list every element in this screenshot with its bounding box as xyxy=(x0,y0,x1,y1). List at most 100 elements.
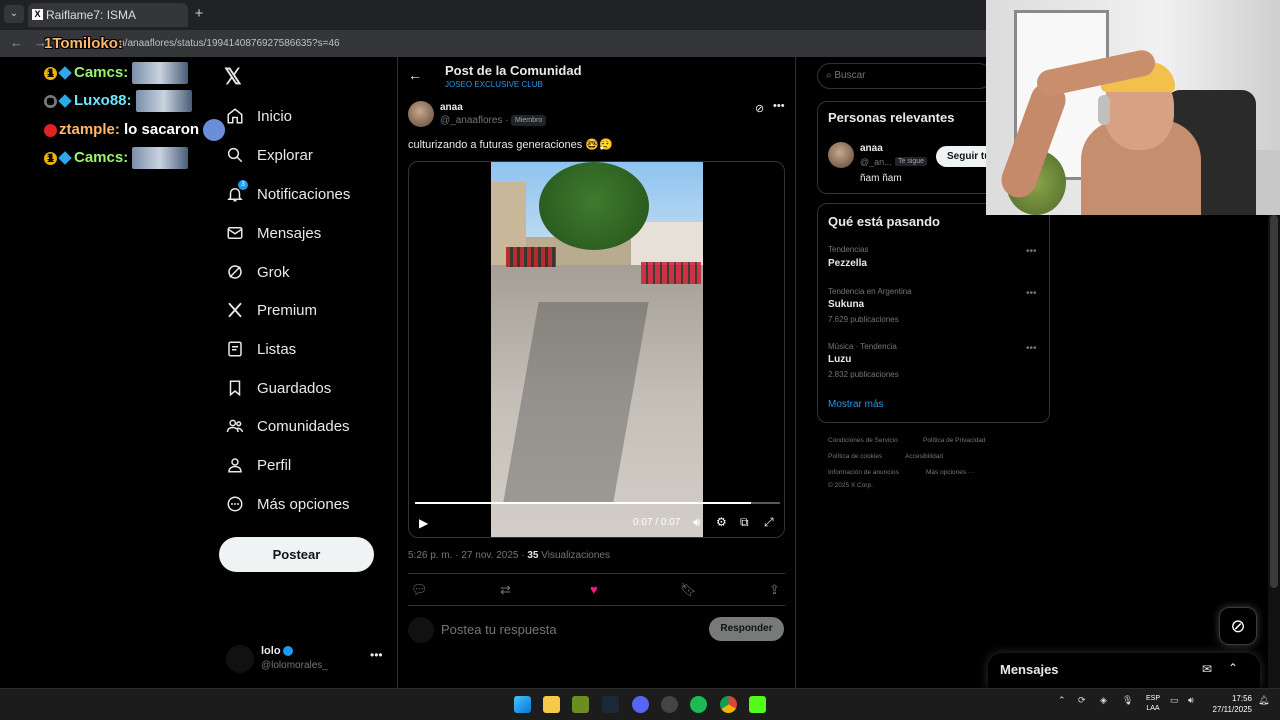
more-circle-icon xyxy=(226,495,244,513)
spotify-icon[interactable] xyxy=(690,696,707,713)
file-explorer-icon[interactable] xyxy=(543,696,560,713)
sync-icon[interactable]: ⟳ xyxy=(1078,695,1086,706)
sidebar-item-grok[interactable]: Grok xyxy=(226,257,290,287)
more-dots-icon[interactable]: ••• xyxy=(1026,343,1037,354)
community-name-link[interactable]: JOSEO EXCLUSIVE CLUB xyxy=(445,80,543,89)
relevant-person-name[interactable]: anaa xyxy=(860,143,883,154)
scrollbar-thumb[interactable] xyxy=(1270,215,1278,588)
steam-icon[interactable] xyxy=(602,696,619,713)
sidebar-item-inicio[interactable]: Inicio xyxy=(226,101,292,131)
obs-icon[interactable] xyxy=(661,696,678,713)
author-avatar[interactable] xyxy=(408,101,434,127)
chrome-icon[interactable] xyxy=(720,696,737,713)
avatar[interactable] xyxy=(828,142,854,168)
fullscreen-icon[interactable]: ⤢ xyxy=(764,515,774,530)
sidebar-item-guardados[interactable]: Guardados xyxy=(226,373,331,403)
browser-tab[interactable]: X Raiflame7: ISMA xyxy=(28,3,188,27)
grok-explain-icon[interactable]: ⊘ xyxy=(755,102,764,115)
microphone-icon[interactable]: 🎙︎ xyxy=(1122,695,1133,706)
sidebar-item-label: Mensajes xyxy=(257,224,322,242)
footer-link[interactable]: Más opciones ··· xyxy=(926,469,974,476)
search-icon xyxy=(226,146,244,164)
volume-icon[interactable]: 🔊︎ xyxy=(693,515,701,530)
clock-date[interactable]: 27/11/2025 xyxy=(1208,705,1252,714)
footer-link[interactable]: Condiciones de Servicio xyxy=(828,437,898,444)
search-input[interactable]: ⌕ Buscar xyxy=(817,63,992,89)
post-button[interactable]: Postear xyxy=(219,537,374,572)
divider xyxy=(408,605,785,606)
footer-link[interactable]: Política de cookies xyxy=(828,453,882,460)
sidebar-item-label: Explorar xyxy=(257,146,313,164)
sidebar-item-mensajes[interactable]: Mensajes xyxy=(226,218,321,248)
sidebar-item-mas-opciones[interactable]: Más opciones xyxy=(226,489,350,519)
show-more-link[interactable]: Mostrar más xyxy=(828,399,884,410)
minecraft-icon[interactable] xyxy=(572,696,589,713)
back-arrow-icon[interactable]: ← xyxy=(10,35,23,50)
clock-time[interactable]: 17:56 xyxy=(1222,694,1252,703)
reply-input[interactable]: Postea tu respuesta xyxy=(441,622,557,637)
more-dots-icon[interactable]: ••• xyxy=(773,100,785,112)
video-player[interactable]: ▶ 0:07 / 0:07 🔊︎ ⚙ ⧉ ⤢ xyxy=(408,161,785,538)
like-heart-icon[interactable]: ♥ xyxy=(590,582,598,597)
back-arrow-icon[interactable]: ← xyxy=(408,67,422,83)
sidebar-item-label: Premium xyxy=(257,301,318,319)
new-message-icon[interactable]: ✉ xyxy=(1202,662,1212,676)
video-progress-bar[interactable] xyxy=(415,502,780,504)
more-dots-icon[interactable]: ••• xyxy=(370,648,383,662)
expand-chevron-icon[interactable]: ⌃ xyxy=(1228,661,1238,675)
settings-gear-icon[interactable]: ⚙ xyxy=(716,515,727,529)
relevant-person-bio: ñam ñam xyxy=(860,173,902,184)
footer-link[interactable]: Accesibilidad xyxy=(905,453,943,460)
sidebar-item-comunidades[interactable]: Comunidades xyxy=(226,411,350,441)
author-name[interactable]: anaa xyxy=(440,102,463,113)
windows-start-icon[interactable] xyxy=(514,696,531,713)
kick-icon[interactable] xyxy=(749,696,766,713)
picture-in-picture-icon[interactable]: ⧉ xyxy=(740,515,749,530)
new-tab-plus-icon[interactable]: + xyxy=(190,5,208,23)
discord-icon[interactable] xyxy=(632,696,649,713)
bookmark-icon[interactable]: 🔖︎ xyxy=(680,582,697,598)
sidebar-item-explorar[interactable]: Explorar xyxy=(226,140,313,170)
x-logo-icon[interactable]: 𝕏 xyxy=(224,64,242,90)
sidebar-item-listas[interactable]: Listas xyxy=(226,334,296,364)
footer-link[interactable]: Política de Privacidad xyxy=(923,437,986,444)
trend-name[interactable]: Sukuna xyxy=(828,299,864,310)
volume-icon[interactable]: 🔊︎ xyxy=(1188,695,1194,706)
sidebar-item-notificaciones[interactable]: 3 Notificaciones xyxy=(226,179,350,209)
sidebar-item-premium[interactable]: Premium xyxy=(226,295,317,325)
url-field[interactable]: x.com/anaaflores/status/1994140876927586… xyxy=(58,35,958,53)
trend-name[interactable]: Luzu xyxy=(828,354,851,365)
footer-link[interactable]: Información de anuncios xyxy=(828,469,899,476)
tray-chevron-icon[interactable]: ⌃ xyxy=(1058,695,1066,706)
sub-badge-icon: 1 xyxy=(44,151,57,165)
tab-list-chevron-icon[interactable]: ⌄ xyxy=(4,5,24,23)
reply-icon[interactable]: 💬︎ xyxy=(411,582,428,598)
relevant-people-title: Personas relevantes xyxy=(828,110,955,125)
trends-title: Qué está pasando xyxy=(828,214,940,229)
messages-drawer[interactable]: Mensajes ✉ ⌃ xyxy=(988,653,1260,688)
defender-icon[interactable]: ◈ xyxy=(1100,695,1107,706)
play-icon[interactable]: ▶ xyxy=(419,516,428,530)
sidebar-item-perfil[interactable]: Perfil xyxy=(226,450,291,480)
video-tree xyxy=(539,162,649,250)
more-dots-icon[interactable]: ••• xyxy=(1026,246,1037,257)
chat-line: ztample: lo sacaron xyxy=(44,119,226,141)
trend-name[interactable]: Pezzella xyxy=(828,258,867,269)
network-icon[interactable]: ▭ xyxy=(1170,695,1179,706)
post-meta: 5:26 p. m. · 27 nov. 2025 · 35 Visualiza… xyxy=(408,550,610,561)
grok-floating-button[interactable]: ⊘ xyxy=(1219,607,1257,645)
language-indicator[interactable]: ESP LAA xyxy=(1144,694,1162,714)
more-dots-icon[interactable]: ••• xyxy=(1026,288,1037,299)
webcam-headphone xyxy=(1098,95,1110,125)
person-icon xyxy=(226,456,244,474)
repost-icon[interactable]: ⇄ xyxy=(500,582,511,598)
chat-user: 1Tomiloko: xyxy=(44,35,123,52)
gem-icon xyxy=(58,66,72,80)
reply-button[interactable]: Responder xyxy=(709,617,784,641)
account-switcher[interactable]: lolo @lolomorales_ ••• xyxy=(226,644,386,678)
notification-bell-icon[interactable]: 🔔︎ xyxy=(1258,695,1269,706)
chat-user: Luxo88: xyxy=(74,91,132,109)
home-icon xyxy=(226,107,244,125)
share-icon[interactable]: ⇪ xyxy=(769,582,780,598)
author-handle: @_anaaflores · xyxy=(440,115,509,126)
